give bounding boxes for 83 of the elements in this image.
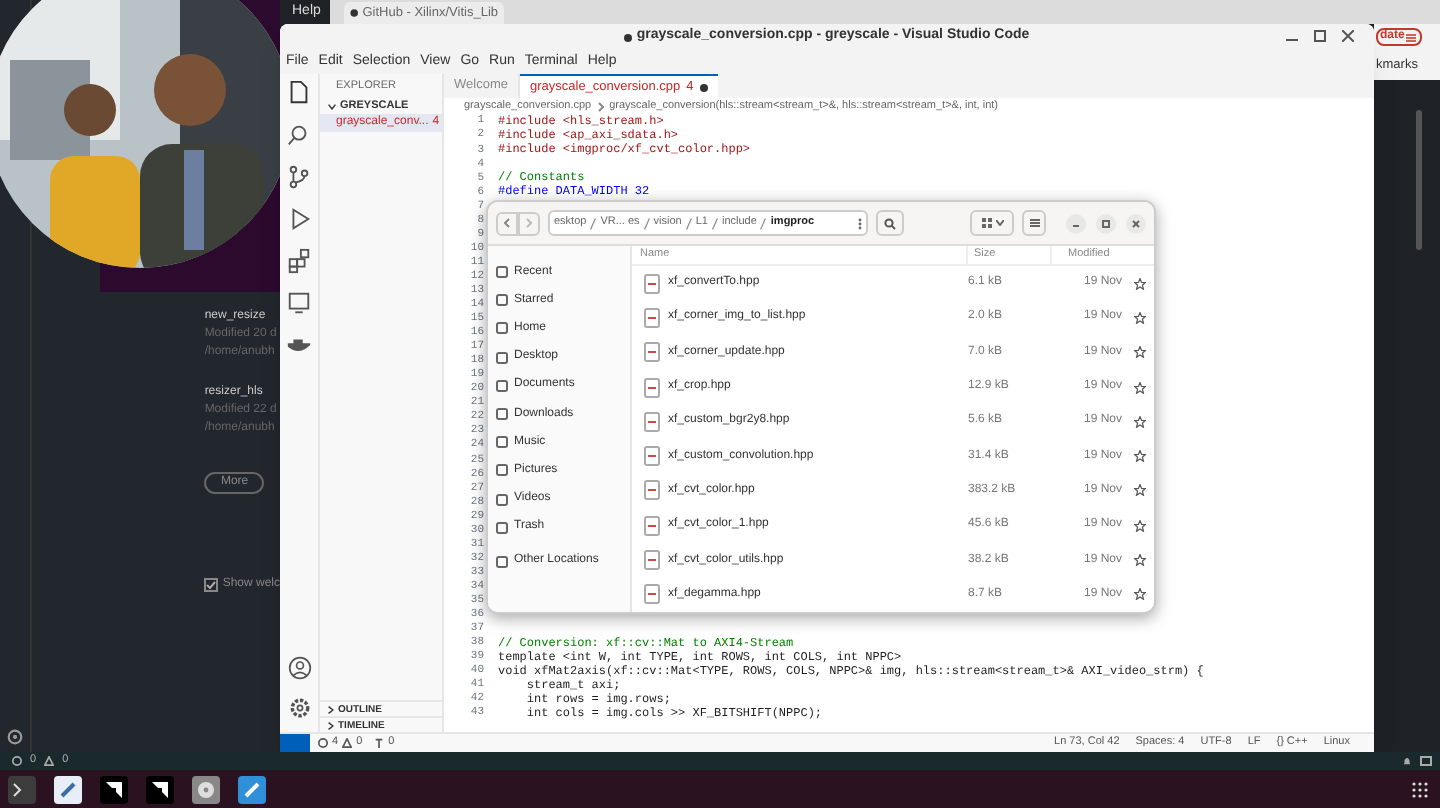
close-icon[interactable] xyxy=(1342,30,1354,42)
minimize-icon xyxy=(1072,219,1080,227)
slash-icon xyxy=(643,217,650,229)
place-icon xyxy=(496,408,508,421)
error-icon xyxy=(318,738,328,748)
star-icon[interactable] xyxy=(1134,277,1146,290)
slash-icon xyxy=(711,217,718,229)
source-control-icon[interactable] xyxy=(286,164,312,190)
slash-icon xyxy=(590,217,597,229)
maximize-icon[interactable] xyxy=(1314,30,1326,42)
search-button[interactable] xyxy=(876,210,904,236)
view-toggle-button[interactable] xyxy=(970,210,1014,236)
settings-icon[interactable] xyxy=(5,728,24,746)
scrollbar[interactable] xyxy=(1416,110,1422,250)
star-icon[interactable] xyxy=(1134,588,1146,601)
chevron-left-icon xyxy=(504,218,510,228)
files-icon[interactable] xyxy=(286,80,312,106)
star-icon[interactable] xyxy=(1134,484,1146,497)
chevron-down-icon xyxy=(995,220,1003,226)
maximize-button[interactable] xyxy=(1096,213,1116,233)
file-icon xyxy=(644,550,660,571)
github-logo-icon xyxy=(350,6,359,20)
chevron-down-icon xyxy=(328,103,336,109)
file-icon xyxy=(644,584,660,605)
remote-explorer-icon[interactable] xyxy=(286,290,312,316)
star-icon[interactable] xyxy=(1134,415,1146,428)
place-icon xyxy=(496,294,508,307)
star-icon[interactable] xyxy=(1134,311,1146,324)
file-icon xyxy=(644,446,660,467)
extensions-icon[interactable] xyxy=(286,248,312,274)
place-icon xyxy=(496,379,508,392)
warning-icon xyxy=(44,756,55,766)
menu-button[interactable] xyxy=(1022,210,1046,236)
search-icon[interactable] xyxy=(286,122,312,148)
place-icon xyxy=(496,464,508,477)
file-icon xyxy=(644,307,660,328)
file-icon xyxy=(644,411,660,432)
slash-icon xyxy=(760,217,767,229)
star-icon[interactable] xyxy=(1134,346,1146,359)
search-icon xyxy=(884,217,896,229)
text-editor-icon[interactable] xyxy=(54,775,82,803)
star-icon[interactable] xyxy=(1134,519,1146,532)
file-icon xyxy=(644,515,660,536)
terminal-icon[interactable] xyxy=(8,775,36,803)
logo-icon[interactable] xyxy=(146,775,174,803)
antenna-icon xyxy=(374,738,385,748)
file-icon xyxy=(644,480,660,501)
file-icon xyxy=(644,377,660,398)
chevron-right-icon xyxy=(526,218,532,228)
menu-icon xyxy=(1029,218,1039,228)
slash-icon xyxy=(685,217,692,229)
file-icon xyxy=(644,342,660,363)
warning-icon xyxy=(342,738,353,748)
place-icon xyxy=(496,351,508,364)
minimize-button[interactable] xyxy=(1066,213,1086,233)
star-icon[interactable] xyxy=(1134,450,1146,463)
star-icon[interactable] xyxy=(1134,554,1146,567)
logo-icon[interactable] xyxy=(100,775,128,803)
chevron-icon xyxy=(597,101,604,111)
back-button[interactable] xyxy=(496,211,518,235)
grid-icon xyxy=(981,218,991,228)
app-grid-icon[interactable] xyxy=(1412,781,1428,797)
place-icon xyxy=(496,436,508,449)
place-icon xyxy=(496,521,508,534)
maximize-icon xyxy=(1102,219,1110,227)
place-icon xyxy=(496,266,508,279)
settings-icon[interactable] xyxy=(287,696,311,720)
menu-icon xyxy=(1406,33,1417,41)
close-icon xyxy=(1132,219,1140,227)
place-icon xyxy=(496,493,508,506)
bell-icon[interactable] xyxy=(1402,756,1412,766)
place-icon xyxy=(496,555,508,568)
panel-icon[interactable] xyxy=(1420,756,1432,766)
file-icon xyxy=(644,273,660,294)
disc-icon[interactable] xyxy=(192,775,220,803)
account-icon[interactable] xyxy=(287,656,311,680)
place-icon xyxy=(496,322,508,335)
show-welcome-checkbox[interactable] xyxy=(204,578,219,592)
remote-indicator[interactable] xyxy=(280,733,310,752)
close-button[interactable] xyxy=(1126,213,1146,233)
error-icon xyxy=(12,756,22,766)
notes-icon[interactable] xyxy=(238,775,266,803)
star-icon[interactable] xyxy=(1134,381,1146,394)
